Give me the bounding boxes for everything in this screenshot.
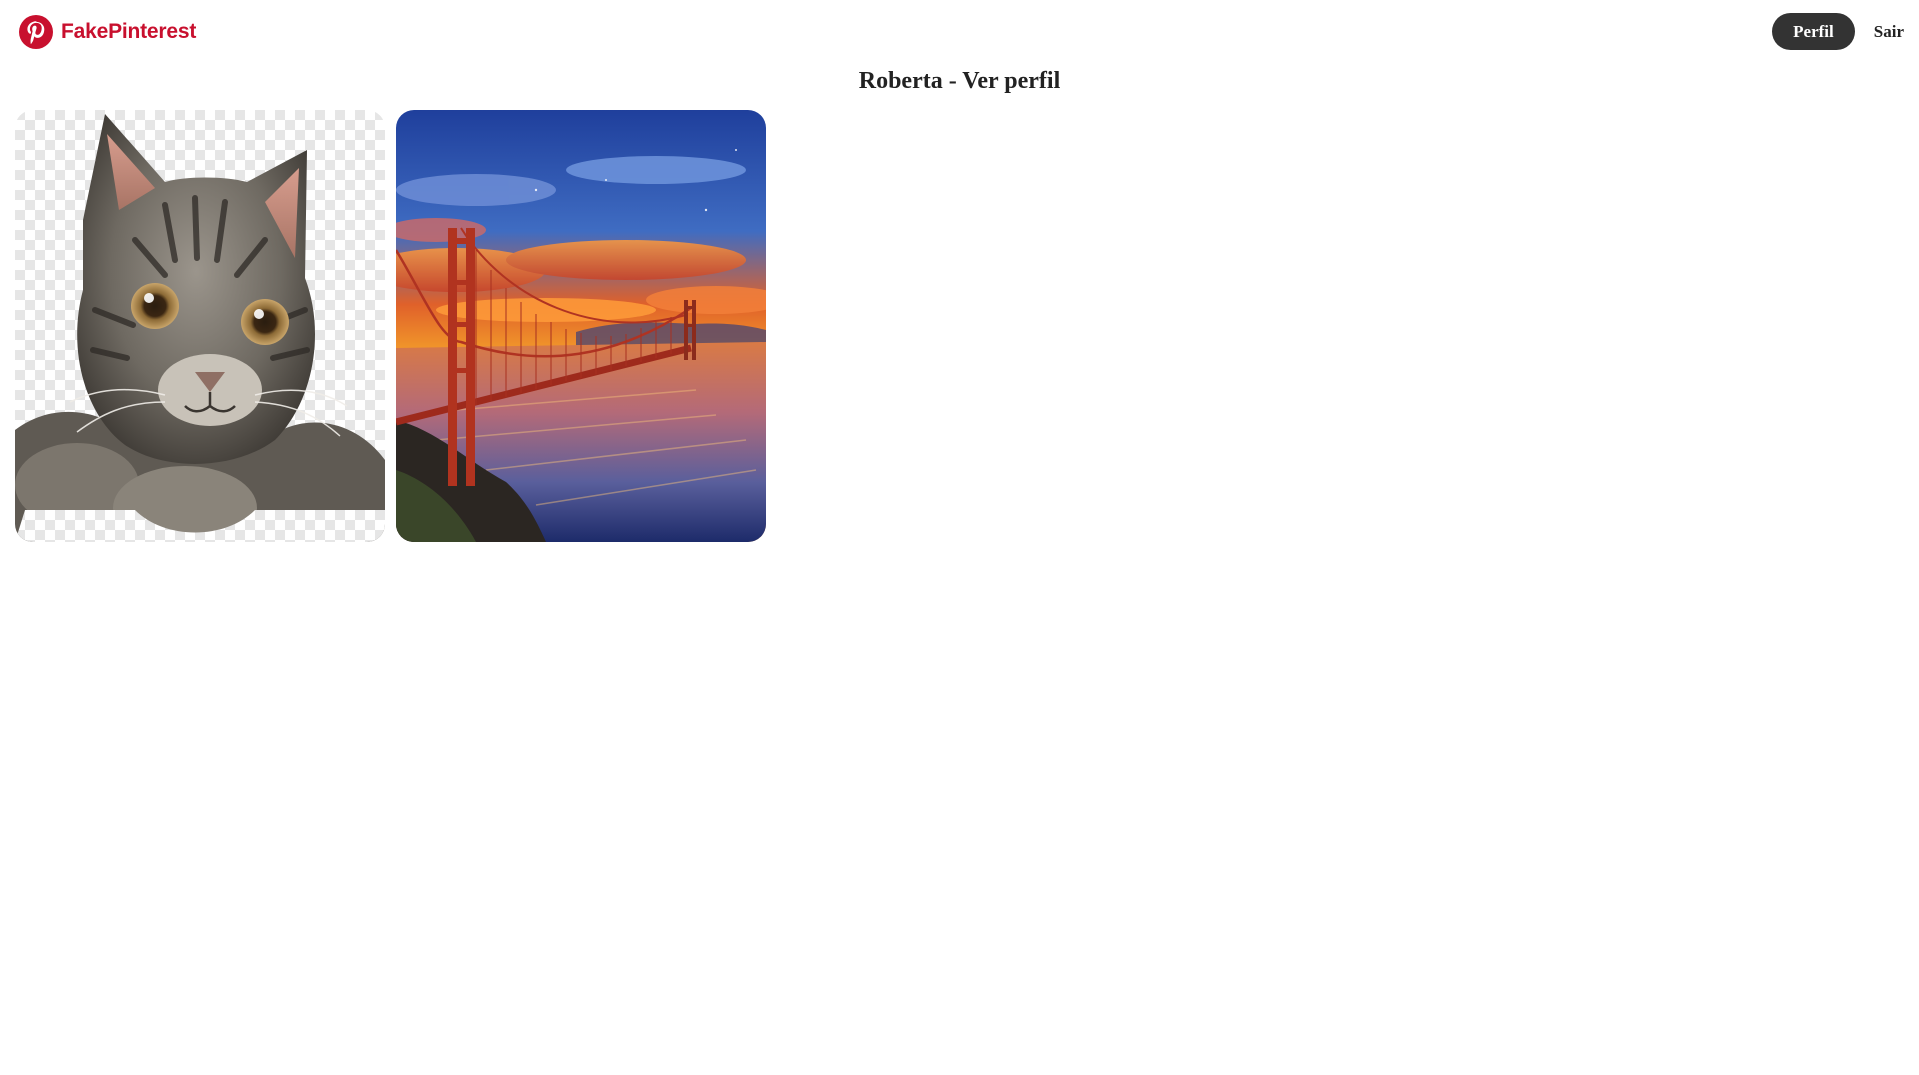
brand-link[interactable]: FakePinterest [18,14,196,50]
top-bar: FakePinterest Perfil Sair [0,0,1919,64]
logout-link[interactable]: Sair [1874,13,1904,50]
profile-button[interactable]: Perfil [1772,13,1855,50]
brand-name: FakePinterest [61,20,197,43]
page: FakePinterest Perfil Sair Roberta - Ver … [0,0,1919,1075]
pin-grid [15,110,766,542]
tabby-kitten-photo [15,110,385,542]
pin-card[interactable] [396,110,766,542]
page-title: Roberta - Ver perfil [858,68,1061,94]
pinterest-logo-icon [19,15,53,49]
golden-gate-bridge-sunset-photo [396,110,766,542]
pin-card[interactable] [15,110,385,542]
top-nav: Perfil Sair [1772,13,1919,50]
